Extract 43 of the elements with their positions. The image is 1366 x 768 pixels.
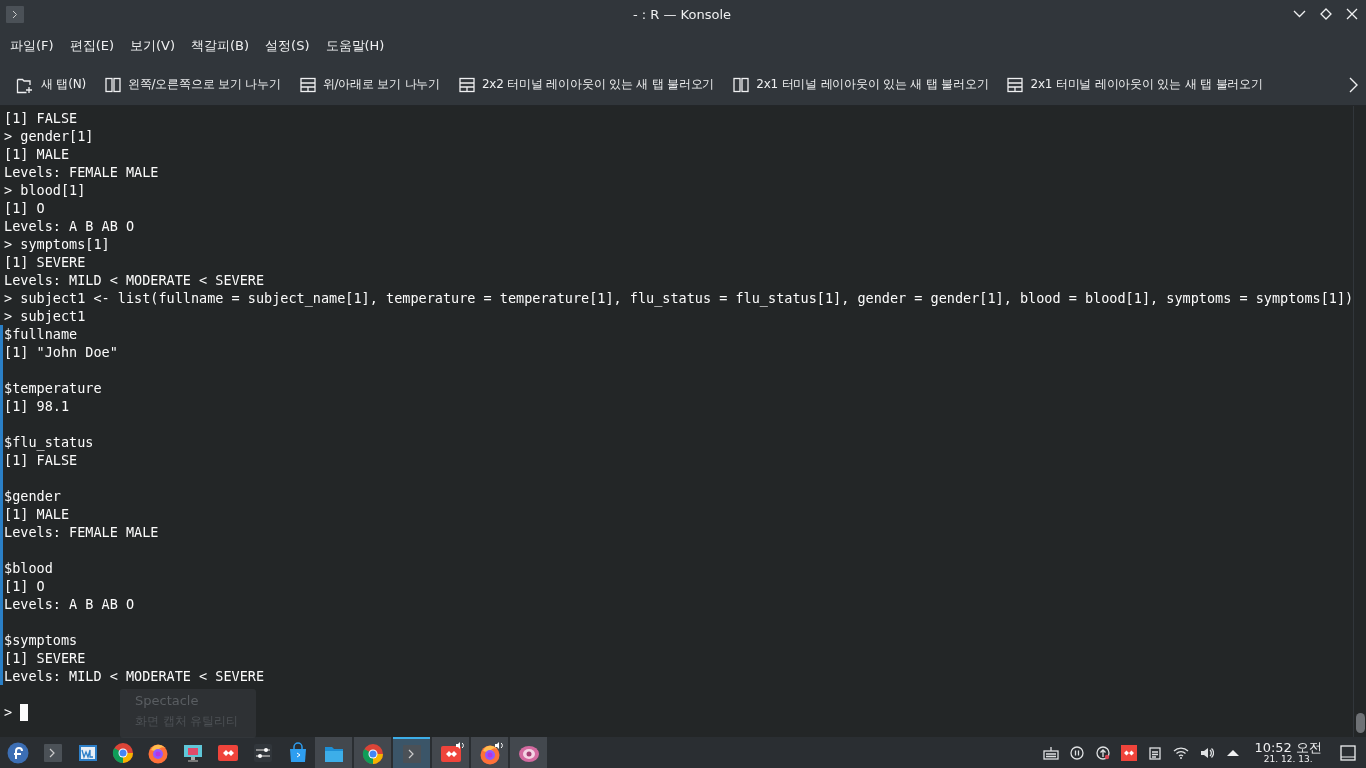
terminal-line: [1] SEVERE	[3, 253, 86, 271]
terminal-line: Levels: A B AB O	[3, 217, 135, 235]
terminal-line: Levels: MILD < MODERATE < SEVERE	[3, 271, 265, 289]
terminal-line: > subject1	[3, 307, 86, 325]
menu-item[interactable]: 보기(V)	[122, 37, 184, 55]
terminal-line: Levels: MILD < MODERATE < SEVERE	[3, 667, 265, 685]
menu-item[interactable]: 파일(F)	[2, 37, 62, 55]
terminal-line: $gender	[3, 487, 61, 505]
terminal-line: [1] FALSE	[3, 109, 78, 127]
menu-item[interactable]: 편집(E)	[61, 37, 122, 55]
toolbar-button[interactable]: 새 탭(N)	[16, 75, 86, 94]
toolbar-button[interactable]: 2x1 터미널 레이아웃이 있는 새 탭 불러오기	[1007, 76, 1263, 93]
terminal-line: $symptoms	[3, 631, 78, 649]
terminal-line: $temperature	[3, 379, 102, 397]
toolbar-button[interactable]: 위/아래로 보기 나누기	[299, 76, 440, 93]
window-title: - : R — Konsole	[631, 6, 732, 22]
terminal-line: > blood[1]	[3, 181, 86, 199]
terminal-line: Levels: A B AB O	[3, 595, 135, 613]
clock-time: 10:52 오전	[1254, 741, 1322, 754]
menu-item[interactable]: 책갈피(B)	[183, 37, 258, 55]
terminal-line: $blood	[3, 559, 53, 577]
terminal-line: > subject1 <- list(fullname = subject_name[1], temperature = temperature[1], flu_status = flu_status[1], gender = gender[1], blood = blood[1], symptoms = symptoms[1])	[3, 289, 1354, 307]
terminal-line: [1] O	[3, 577, 45, 595]
terminal-line: > symptoms[1]	[3, 235, 110, 253]
menu-item[interactable]: 설정(S)	[257, 37, 318, 55]
terminal-line: [1] O	[3, 199, 45, 217]
terminal-line: [1] SEVERE	[3, 649, 86, 667]
terminal-line: [1] FALSE	[3, 451, 78, 469]
toolbar-button[interactable]: 2x2 터미널 레이아웃이 있는 새 탭 불러오기	[458, 76, 715, 93]
terminal-line: Levels: FEMALE MALE	[3, 523, 159, 541]
terminal-line: [1] MALE	[3, 505, 70, 523]
toolbar-button[interactable]: 왼쪽/오른쪽으로 보기 나누기	[104, 76, 281, 93]
terminal-line: Levels: FEMALE MALE	[3, 163, 159, 181]
terminal-line: $flu_status	[3, 433, 94, 451]
terminal-line: [1] "John Doe"	[3, 343, 118, 361]
terminal-line: [1] MALE	[3, 145, 70, 163]
clock-date: 21. 12. 13.	[1263, 755, 1313, 764]
terminal-line: > gender[1]	[3, 127, 94, 145]
terminal-prompt: >	[4, 703, 13, 721]
terminal-line: $fullname	[3, 325, 78, 343]
toolbar-button[interactable]: 2x1 터미널 레이아웃이 있는 새 탭 불러오기	[733, 76, 989, 93]
menu-item[interactable]: 도움말(H)	[317, 37, 393, 55]
terminal-line: [1] 98.1	[3, 397, 70, 415]
